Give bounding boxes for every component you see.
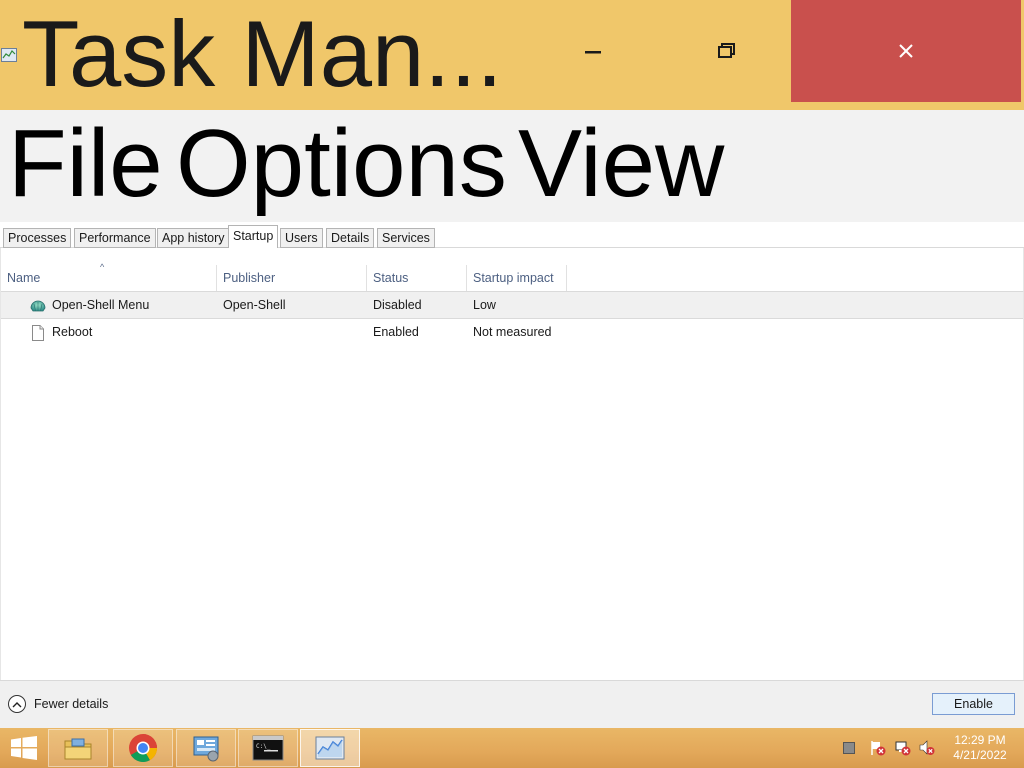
tab-users[interactable]: Users	[280, 228, 323, 248]
close-icon	[899, 44, 913, 58]
system-clock[interactable]: 12:29 PM 4/21/2022	[946, 733, 1014, 763]
fewer-details-label: Fewer details	[34, 697, 109, 711]
enable-button[interactable]: Enable	[932, 693, 1015, 715]
taskbar-chrome[interactable]	[113, 729, 173, 767]
taskbar-file-explorer[interactable]	[48, 729, 108, 767]
taskbar-command-prompt[interactable]: C:\_	[238, 729, 298, 767]
tab-processes[interactable]: Processes	[3, 228, 72, 248]
close-button[interactable]	[791, 0, 1021, 102]
taskbar-control-panel[interactable]	[176, 729, 236, 767]
action-center-flag-icon	[871, 741, 886, 756]
clock-time: 12:29 PM	[954, 733, 1006, 747]
fewer-details-toggle[interactable]: Fewer details	[8, 695, 108, 713]
cell-startup-impact: Low	[473, 298, 496, 312]
tab-strip: Processes Performance App history Startu…	[0, 222, 1024, 249]
file-explorer-icon	[64, 738, 92, 760]
tab-performance[interactable]: Performance	[74, 228, 156, 248]
cell-name: Open-Shell Menu	[52, 298, 150, 312]
chrome-icon	[129, 734, 157, 762]
footer-bar: Fewer details Enable	[0, 680, 1024, 728]
tray-app-icon	[843, 742, 855, 754]
table-row[interactable]: Reboot Enabled Not measured	[1, 319, 1023, 347]
windows-start-icon[interactable]	[10, 736, 38, 760]
svg-text:C:\_: C:\_	[256, 743, 271, 750]
tab-app-history[interactable]: App history	[157, 228, 230, 248]
chevron-up-icon	[8, 695, 26, 713]
network-tray[interactable]	[895, 740, 911, 756]
restore-button[interactable]	[694, 0, 760, 102]
taskbar: C:\_ 12:29 PM 4/21/2022	[0, 728, 1024, 768]
menu-bar: File Options View	[0, 110, 1024, 222]
startup-table: ^ Name Publisher Status Startup impact O…	[0, 248, 1024, 680]
title-bar[interactable]: Task Man...	[0, 0, 1024, 110]
menu-view[interactable]: View	[518, 112, 724, 216]
cell-startup-impact: Not measured	[473, 325, 552, 339]
minimize-icon	[585, 51, 601, 54]
volume-tray[interactable]	[919, 740, 935, 756]
network-icon	[895, 741, 911, 756]
menu-options[interactable]: Options	[176, 112, 507, 216]
column-header-publisher[interactable]: Publisher	[217, 265, 367, 291]
tab-details[interactable]: Details	[326, 228, 375, 248]
table-row[interactable]: Open-Shell Menu Open-Shell Disabled Low	[1, 291, 1023, 319]
column-header-startup-impact[interactable]: Startup impact	[467, 265, 567, 291]
cell-status: Disabled	[373, 298, 422, 312]
volume-muted-icon	[919, 740, 935, 755]
column-header-status[interactable]: Status	[367, 265, 467, 291]
control-panel-icon	[193, 736, 219, 762]
cell-name: Reboot	[52, 325, 93, 339]
show-hidden-icons[interactable]	[841, 740, 857, 756]
window-title: Task Man...	[22, 1, 503, 106]
tab-startup[interactable]: Startup	[228, 225, 279, 249]
file-icon	[32, 325, 44, 341]
taskbar-task-manager[interactable]	[300, 729, 360, 767]
task-manager-icon	[315, 736, 345, 760]
open-shell-icon	[30, 300, 46, 312]
column-header-name[interactable]: Name	[1, 265, 217, 291]
minimize-button[interactable]	[560, 0, 626, 102]
cell-status: Enabled	[373, 325, 419, 339]
cell-publisher: Open-Shell	[223, 298, 286, 312]
menu-file[interactable]: File	[8, 112, 163, 216]
clock-date: 4/21/2022	[953, 748, 1007, 762]
restore-icon	[718, 43, 735, 58]
task-manager-app-icon[interactable]	[1, 48, 17, 62]
command-prompt-icon: C:\_	[252, 735, 284, 761]
tab-services[interactable]: Services	[377, 228, 435, 248]
action-center-tray[interactable]	[870, 740, 886, 756]
